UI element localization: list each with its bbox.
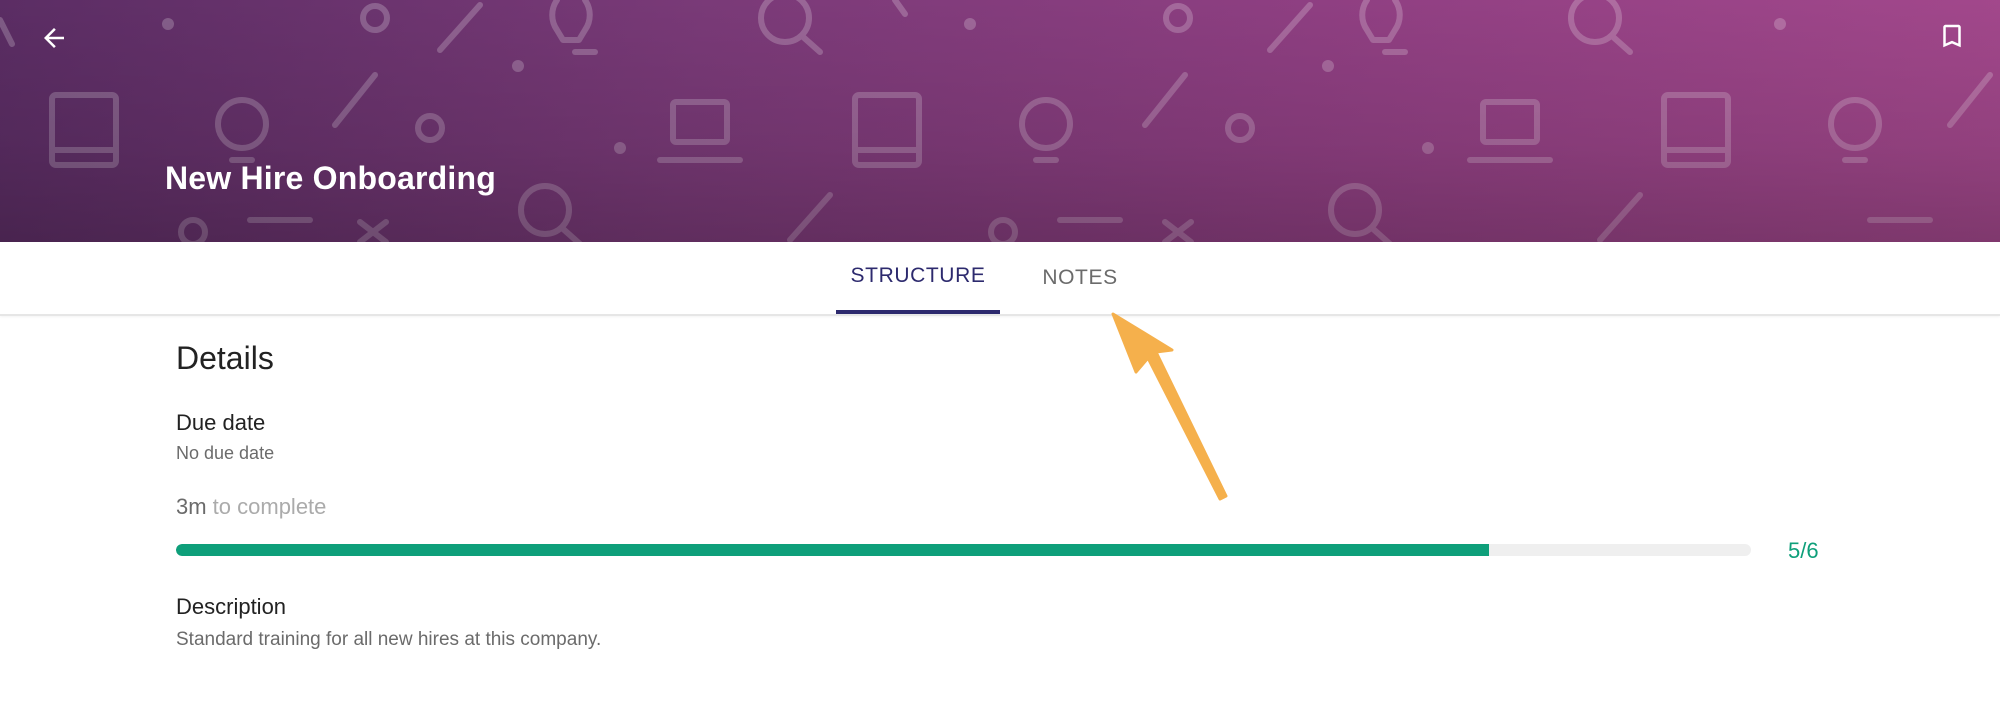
tab-notes[interactable]: NOTES: [1020, 242, 1140, 314]
details-heading: Details: [176, 340, 274, 376]
banner-pattern: [0, 0, 1993, 242]
description-label: Description: [176, 594, 287, 619]
progress-fill: [176, 544, 1489, 556]
tab-bar: STRUCTURE NOTES: [0, 242, 2000, 316]
time-value: 3m: [176, 494, 207, 519]
description-value: Standard training for all new hires at t…: [176, 629, 602, 650]
course-header-banner: New Hire Onboarding: [0, 0, 2000, 242]
bookmark-icon: [1937, 21, 1967, 56]
progress-bar: [176, 544, 1751, 556]
tab-structure[interactable]: STRUCTURE: [836, 242, 1000, 314]
course-title: New Hire Onboarding: [165, 160, 496, 196]
pointer-arrow-icon: [1111, 312, 1228, 501]
due-date-value: No due date: [176, 443, 275, 463]
arrow-back-icon: [39, 23, 69, 58]
due-date-label: Due date: [176, 410, 266, 435]
back-button[interactable]: [34, 20, 74, 60]
bookmark-button[interactable]: [1932, 18, 1972, 58]
progress-count: 5/6: [1788, 538, 1819, 563]
time-to-complete: 3m to complete: [176, 494, 326, 520]
time-suffix: to complete: [206, 494, 327, 519]
